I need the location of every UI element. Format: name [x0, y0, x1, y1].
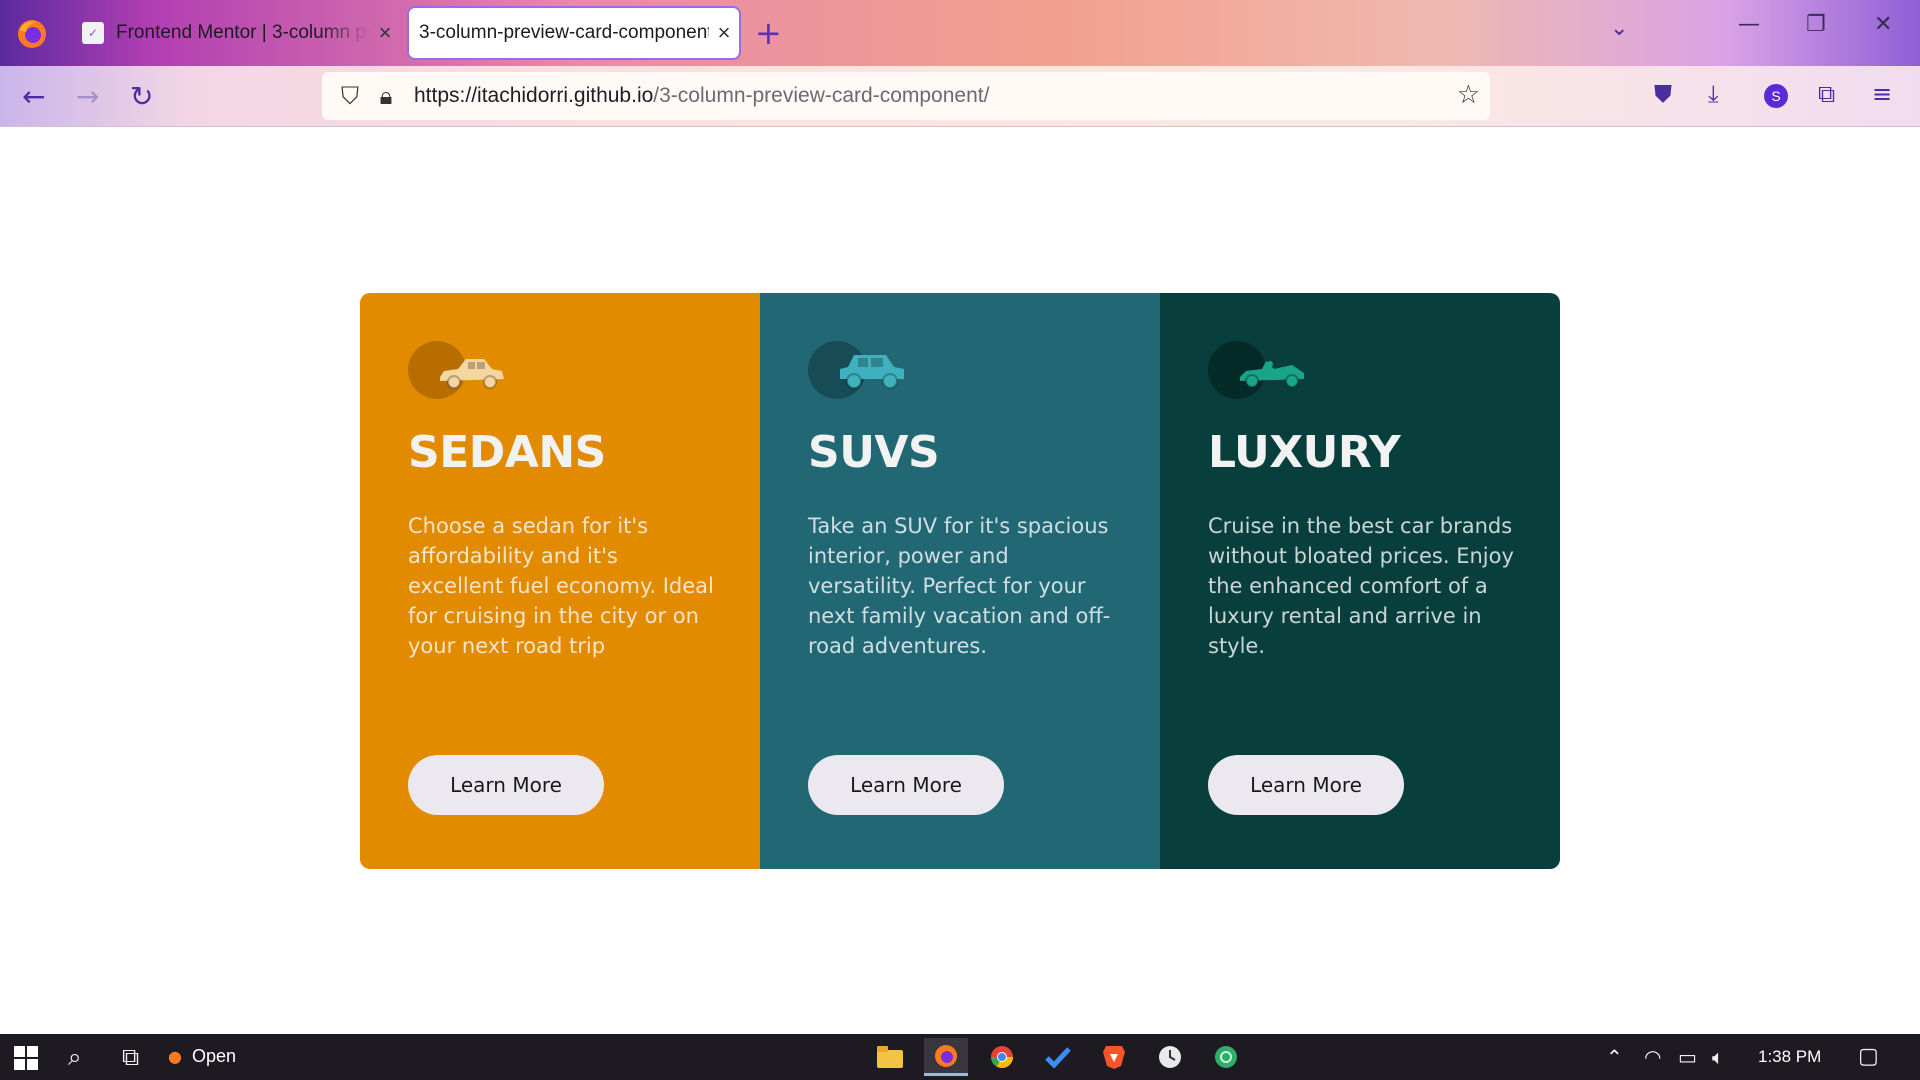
windows-start-icon[interactable] [14, 1046, 38, 1070]
downloads-icon[interactable]: ⤓ [1708, 80, 1719, 108]
card-description: Choose a sedan for it's affordability an… [408, 514, 714, 658]
url-domain: https://itachidorri.github.io [414, 84, 654, 107]
tab-title: 3-column-preview-card-component [419, 22, 709, 43]
browser-tab-bar: ✓ Frontend Mentor | 3-column preview car… [0, 0, 1920, 66]
task-view-icon[interactable]: ⧉ [122, 1043, 139, 1071]
list-all-tabs-chevron-icon[interactable]: ⌄ [1610, 16, 1628, 41]
tab-frontend-mentor[interactable]: ✓ Frontend Mentor | 3-column preview car… [72, 8, 400, 58]
globe-app-icon[interactable] [1204, 1038, 1248, 1076]
extensions-puzzle-icon[interactable]: ⧉ [1818, 80, 1835, 108]
url-path: /3-column-preview-card-component/ [653, 84, 990, 107]
card-suvs: SUVS Take an SUV for it's spacious inter… [760, 293, 1160, 869]
frontend-mentor-favicon-icon: ✓ [82, 22, 104, 44]
luxury-car-icon [1208, 341, 1304, 401]
learn-more-button[interactable]: Learn More [1208, 755, 1404, 815]
reload-icon[interactable]: ↻ [130, 80, 153, 113]
close-window-icon[interactable]: ✕ [1874, 12, 1892, 37]
luxury-car-shape [1240, 361, 1304, 388]
bookmark-star-icon[interactable]: ☆ [1457, 80, 1480, 110]
card-description: Cruise in the best car brands without bl… [1208, 514, 1514, 658]
firefox-taskbar-icon[interactable] [924, 1038, 968, 1076]
suv-car-shape [840, 355, 904, 389]
todo-checkmark-icon[interactable] [1036, 1038, 1080, 1076]
card-luxury: LUXURY Cruise in the best car brands wit… [1160, 293, 1560, 869]
pocket-icon[interactable]: ⛊ [1654, 80, 1672, 108]
minimize-icon[interactable]: — [1738, 12, 1760, 37]
preview-card-component: SEDANS Choose a sedan for it's affordabi… [360, 293, 1560, 869]
tab-title: Frontend Mentor | 3-column preview card … [116, 22, 370, 43]
chrome-taskbar-icon[interactable] [980, 1038, 1024, 1076]
url-text[interactable]: https://itachidorri.github.io/3-column-p… [414, 84, 989, 108]
hamburger-menu-icon[interactable]: ≡ [1872, 80, 1892, 108]
card-title: SUVS [808, 427, 940, 478]
clock-app-icon[interactable] [1148, 1038, 1192, 1076]
close-tab-icon[interactable]: × [370, 20, 400, 46]
taskbar-open-label[interactable]: Open [192, 1046, 236, 1067]
forward-icon[interactable]: → [76, 80, 99, 113]
card-title: SEDANS [408, 427, 606, 478]
volume-icon[interactable]: 🔈︎ [1712, 1045, 1724, 1069]
show-hidden-icons-chevron-icon[interactable]: ⌃ [1606, 1045, 1623, 1069]
tab-active-preview[interactable]: 3-column-preview-card-component × [409, 8, 739, 58]
battery-icon[interactable]: ▭ [1678, 1045, 1697, 1069]
card-title: LUXURY [1208, 427, 1401, 478]
windows-taskbar: ⌕ ⧉ ● Open ⌃ ◠ ▭ 🔈︎ 1:38 PM ▢ [0, 1034, 1920, 1080]
address-bar[interactable]: ⛉ 🔒︎ https://itachidorri.github.io/3-col… [322, 72, 1490, 120]
back-icon[interactable]: ← [22, 80, 45, 113]
learn-more-button[interactable]: Learn More [408, 755, 604, 815]
padlock-icon[interactable]: 🔒︎ [368, 82, 404, 110]
card-sedans: SEDANS Choose a sedan for it's affordabi… [360, 293, 760, 869]
close-tab-icon[interactable]: × [709, 20, 739, 46]
restore-icon[interactable]: ❐ [1806, 12, 1826, 37]
account-avatar[interactable]: S [1764, 84, 1788, 108]
sedan-icon [408, 341, 504, 401]
firefox-small-icon: ● [168, 1047, 182, 1066]
card-description: Take an SUV for it's spacious interior, … [808, 514, 1111, 658]
search-icon[interactable]: ⌕ [68, 1043, 81, 1071]
suv-icon [808, 341, 904, 401]
taskbar-clock[interactable]: 1:38 PM [1758, 1047, 1821, 1067]
learn-more-button[interactable]: Learn More [808, 755, 1004, 815]
firefox-menu-icon[interactable] [14, 16, 50, 52]
wifi-icon[interactable]: ◠ [1644, 1045, 1661, 1069]
notifications-icon[interactable]: ▢ [1858, 1044, 1879, 1069]
browser-toolbar: ← → ↻ ⛉ 🔒︎ https://itachidorri.github.io… [0, 66, 1920, 127]
sedan-car-shape [440, 359, 504, 389]
new-tab-plus-icon[interactable]: + [755, 14, 782, 52]
brave-browser-icon[interactable] [1092, 1038, 1136, 1076]
tracking-protection-shield-icon[interactable]: ⛉ [332, 82, 368, 110]
file-explorer-icon[interactable] [868, 1038, 912, 1076]
